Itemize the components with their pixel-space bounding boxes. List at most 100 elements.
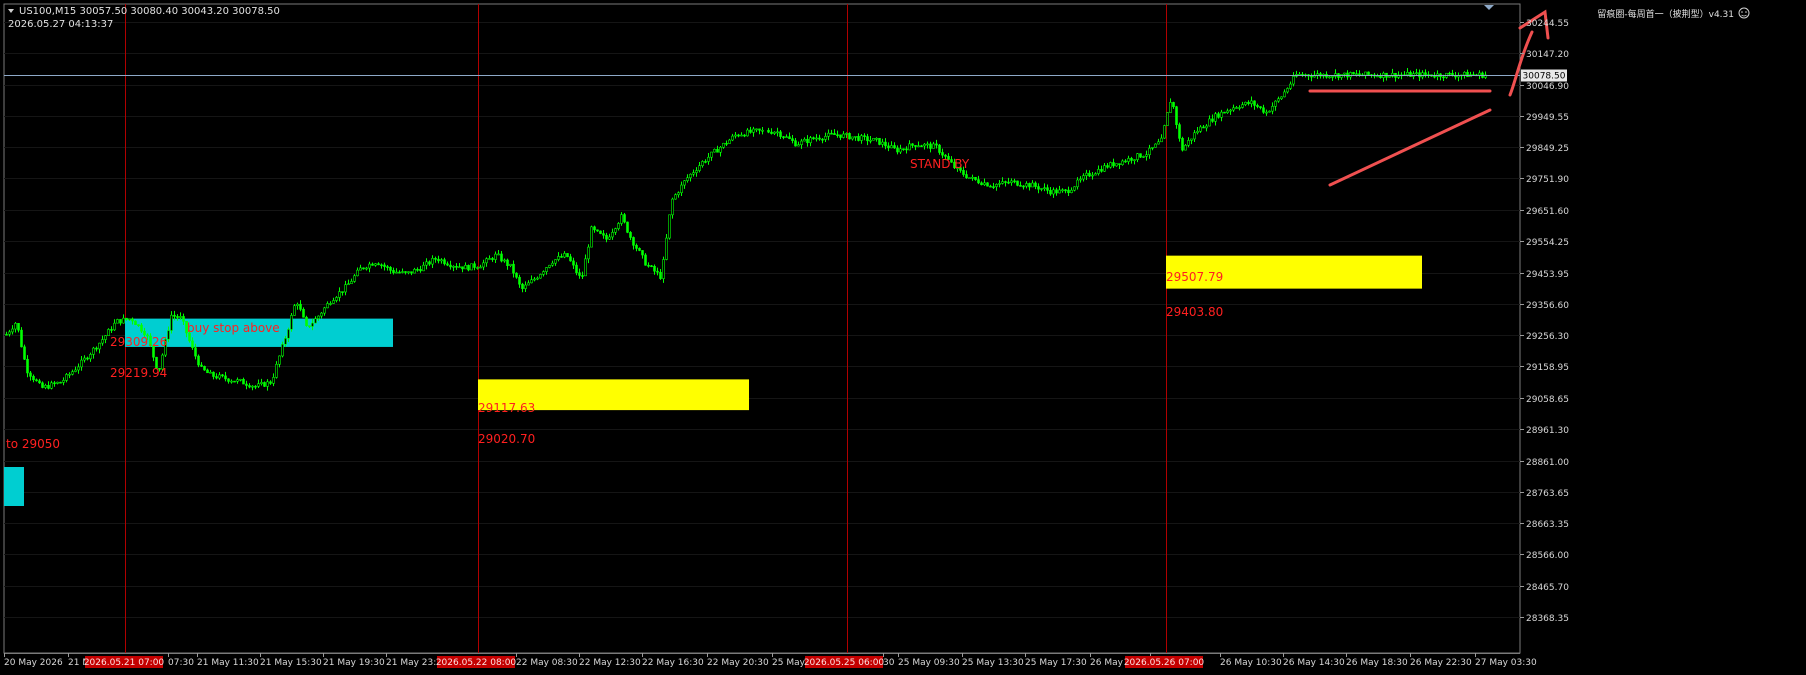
candle-body xyxy=(1127,158,1130,162)
candle-body xyxy=(881,141,884,145)
time-tick-label: 22 May 16:30 xyxy=(642,658,704,668)
candle-body xyxy=(458,266,461,269)
candle-body xyxy=(383,264,386,267)
candle-body xyxy=(1175,106,1178,125)
candle-body xyxy=(698,165,701,171)
candle-body xyxy=(935,143,938,146)
candle-body xyxy=(1067,189,1070,193)
price-chart[interactable]: 29309.26 29219.94 29117.63 29020.70 2950… xyxy=(0,0,1806,675)
candle-body xyxy=(473,263,476,268)
candle-body xyxy=(338,291,341,298)
candle-body xyxy=(1229,109,1232,112)
candle-body xyxy=(221,374,224,377)
candle-body xyxy=(113,322,116,331)
candle-body xyxy=(692,172,695,175)
candle-body xyxy=(1223,111,1226,114)
candle-body xyxy=(806,138,809,144)
candle-body xyxy=(557,256,560,260)
candle-body xyxy=(833,133,836,136)
candle-body xyxy=(671,198,674,216)
candle-body xyxy=(611,232,614,238)
candle-body xyxy=(314,318,317,324)
candle-body xyxy=(680,184,683,194)
candle-body xyxy=(707,156,710,162)
candle-body xyxy=(1079,178,1082,181)
candle-body xyxy=(851,136,854,140)
candle-body xyxy=(1055,189,1058,194)
candle-body xyxy=(1028,183,1031,188)
time-tick-label: 25 May 13:30 xyxy=(962,658,1024,668)
candle-body xyxy=(551,262,554,266)
candle-body xyxy=(41,382,44,388)
candle-body xyxy=(296,303,299,306)
candle-body xyxy=(44,385,47,388)
candle-body xyxy=(77,366,80,371)
candle-body xyxy=(1154,143,1157,148)
candle-body xyxy=(215,376,218,379)
price-tick-label: 29453.95 xyxy=(1526,270,1569,280)
candle-body xyxy=(533,278,536,281)
candle-body xyxy=(8,331,11,335)
candle-body xyxy=(32,376,35,381)
candle-body xyxy=(122,317,125,324)
candle-body xyxy=(176,316,179,318)
candle-body xyxy=(482,262,485,268)
candle-body xyxy=(257,383,260,387)
candle-body xyxy=(404,271,407,273)
candle-body xyxy=(1070,189,1073,193)
candle-body xyxy=(1388,75,1391,78)
time-tick-label: 20 May 2026 xyxy=(4,658,63,668)
candle-body xyxy=(386,266,389,268)
candle-body xyxy=(491,258,494,260)
candle-body xyxy=(1196,130,1199,134)
candle-body xyxy=(776,131,779,134)
candle-body xyxy=(1235,107,1238,109)
price-tick-label: 29554.25 xyxy=(1526,238,1569,248)
candle-body xyxy=(1163,125,1166,139)
candle-body xyxy=(1232,107,1235,111)
candle-body xyxy=(974,176,977,180)
candle-body xyxy=(1286,88,1289,93)
price-tick-label: 28961.30 xyxy=(1526,426,1569,436)
candle-body xyxy=(1091,174,1094,177)
candle-body xyxy=(1019,185,1022,187)
price-tick-label: 28566.00 xyxy=(1526,551,1569,561)
candle-body xyxy=(701,161,704,166)
candle-body xyxy=(1007,181,1010,184)
time-tick-label: 07:30 xyxy=(168,658,194,668)
candle-body xyxy=(1103,165,1106,172)
candle-body xyxy=(212,371,215,377)
candle-body xyxy=(704,161,707,163)
price-tick-label: 28465.70 xyxy=(1526,583,1569,593)
candle-body xyxy=(788,136,791,139)
time-tick-label: 22 May 12:30 xyxy=(579,658,641,668)
candle-body xyxy=(1247,101,1250,105)
candle-body xyxy=(1328,76,1331,79)
candle-body xyxy=(1118,163,1121,165)
candle-body xyxy=(1160,137,1163,143)
candle-body xyxy=(1433,75,1436,78)
candle-body xyxy=(38,380,41,384)
candle-body xyxy=(530,279,533,284)
candle-body xyxy=(80,359,83,368)
candle-body xyxy=(1187,140,1190,146)
candle-body xyxy=(470,263,473,271)
candle-body xyxy=(1181,138,1184,151)
time-tick-label: 21 May 19:30 xyxy=(323,658,385,668)
candle-body xyxy=(1106,165,1109,168)
candle-body xyxy=(791,138,794,141)
candle-body xyxy=(995,184,998,187)
candle-body xyxy=(467,265,470,271)
candle-body xyxy=(416,269,419,271)
price-tick-label: 29849.25 xyxy=(1526,144,1569,154)
candle-body xyxy=(614,228,617,233)
candle-body xyxy=(1352,72,1355,75)
candle-body xyxy=(1064,189,1067,192)
candle-body xyxy=(923,143,926,147)
candle-body xyxy=(992,186,995,188)
candle-body xyxy=(1166,112,1169,126)
candle-body xyxy=(548,264,551,268)
candle-body xyxy=(779,131,782,137)
candle-body xyxy=(206,369,209,374)
candle-body xyxy=(809,137,812,144)
